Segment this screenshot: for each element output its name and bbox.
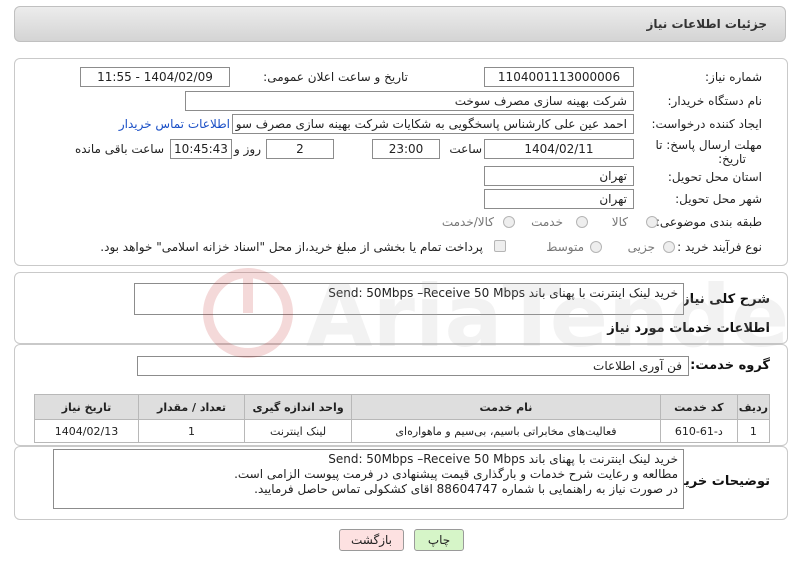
creator-label: ایجاد کننده درخواست: [651, 117, 762, 131]
announce-date-label: تاریخ و ساعت اعلان عمومی: [263, 70, 408, 84]
cell-need-date: 1404/02/13 [34, 419, 139, 443]
col-row-number: ردیف [736, 394, 771, 420]
deadline-label-date: تاریخ: [718, 152, 746, 166]
table-row[interactable]: 1 د-61-610 فعالیت‌های مخابراتی باسیم، بی… [34, 419, 771, 443]
category-option-goods: کالا [611, 215, 628, 229]
summary-text: خرید لینک اینترنت با پهنای باند Send: 50… [328, 286, 678, 300]
category-radio-goods[interactable] [646, 216, 658, 228]
page-title: جزئیات اطلاعات نیاز [646, 17, 767, 31]
announce-date-field[interactable]: 1404/02/09 - 11:55 [80, 67, 230, 87]
col-unit: واحد اندازه گیری [244, 394, 353, 420]
services-table: ردیف کد خدمت نام خدمت واحد اندازه گیری ت… [34, 394, 771, 443]
page-header-tab: جزئیات اطلاعات نیاز [14, 6, 786, 42]
summary-label: شرح کلی نیاز: [676, 292, 770, 307]
cell-service-name: فعالیت‌های مخابراتی باسیم، بی‌سیم و ماهو… [351, 419, 661, 443]
col-need-date: تاریخ نیاز [34, 394, 139, 420]
col-service-name: نام خدمت [351, 394, 661, 420]
print-button[interactable]: چاپ [414, 529, 464, 551]
service-group-field[interactable]: فن آوری اطلاعات [137, 356, 689, 376]
buyer-org-label: نام دستگاه خریدار: [667, 94, 763, 108]
cell-row-number: 1 [736, 419, 771, 443]
deadline-time-field[interactable]: 23:00 [372, 139, 440, 159]
buyer-org-field[interactable]: شرکت بهینه سازی مصرف سوخت [185, 91, 634, 111]
province-field[interactable]: تهران [484, 166, 634, 186]
process-option-minor: جزیی [627, 240, 655, 254]
category-radio-goods-service[interactable] [503, 216, 515, 228]
need-number-label: شماره نیاز: [705, 70, 762, 84]
creator-field[interactable]: احمد عین علی کارشناس پاسخگویی به شکایات … [232, 114, 634, 134]
category-option-goods-service: کالا/خدمت [441, 215, 494, 229]
back-button[interactable]: بازگشت [339, 529, 404, 551]
category-radio-service[interactable] [576, 216, 588, 228]
process-option-medium: متوسط [546, 240, 584, 254]
buyer-contact-link[interactable]: اطلاعات تماس خریدار [119, 117, 230, 131]
process-radio-minor[interactable] [663, 241, 675, 253]
remaining-time-field[interactable]: 10:45:43 [170, 139, 232, 159]
buyer-notes-field[interactable]: خرید لینک اینترنت با پهنای باند Send: 50… [53, 449, 684, 509]
category-label: طبقه بندی موضوعی: [655, 215, 762, 229]
days-label: روز و [234, 142, 261, 156]
process-type-label: نوع فرآیند خرید : [677, 240, 762, 254]
province-label: استان محل تحویل: [667, 170, 762, 184]
summary-field[interactable]: خرید لینک اینترنت با پهنای باند Send: 50… [134, 283, 684, 315]
deadline-time-label: ساعت [449, 142, 482, 156]
need-info-panel [14, 58, 788, 266]
city-field[interactable]: تهران [484, 189, 634, 209]
buyer-notes-line-3: در صورت نیاز به راهنمایی با شماره 886047… [254, 482, 678, 496]
remaining-time-label: ساعت باقی مانده [74, 142, 164, 156]
deadline-label: مهلت ارسال پاسخ: تا [655, 138, 762, 152]
col-quantity: تعداد / مقدار [137, 394, 246, 420]
deadline-date-field[interactable]: 1404/02/11 [484, 139, 634, 159]
buyer-notes-line-2: مطالعه و رعایت شرح خدمات و بارگذاری قیمت… [234, 467, 678, 481]
services-section-title: اطلاعات خدمات مورد نیاز [607, 321, 770, 336]
city-label: شهر محل تحویل: [675, 192, 762, 206]
process-radio-medium[interactable] [590, 241, 602, 253]
cell-quantity: 1 [137, 419, 246, 443]
buyer-notes-line-1: خرید لینک اینترنت با پهنای باند Send: 50… [328, 452, 678, 466]
col-service-code: کد خدمت [659, 394, 738, 420]
cell-service-code: د-61-610 [659, 419, 738, 443]
category-option-service: خدمت [531, 215, 563, 229]
remaining-days-field[interactable]: 2 [266, 139, 334, 159]
treasury-payment-checkbox[interactable] [494, 240, 506, 252]
cell-unit: لینک اینترنت [244, 419, 353, 443]
treasury-payment-note: پرداخت تمام یا بخشی از مبلغ خرید،از محل … [100, 240, 483, 254]
service-group-label: گروه خدمت: [690, 358, 770, 373]
need-number-field[interactable]: 1104001113000006 [484, 67, 634, 87]
services-table-header: ردیف کد خدمت نام خدمت واحد اندازه گیری ت… [34, 394, 771, 420]
